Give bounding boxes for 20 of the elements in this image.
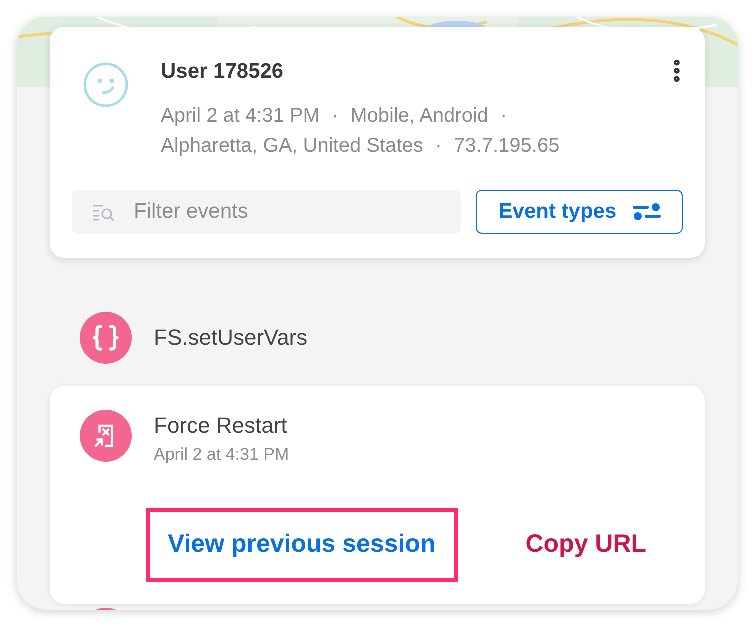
event-title: Force Restart — [154, 413, 288, 439]
separator-dot: · — [332, 104, 339, 129]
filter-search-icon — [92, 202, 116, 222]
braces-icon — [80, 312, 132, 364]
smiley-icon — [83, 62, 129, 108]
event-title: FS.setUserVars — [154, 325, 308, 351]
separator-dot: · — [500, 104, 508, 129]
user-name: User 178526 — [161, 59, 284, 85]
event-time: April 2 at 4:31 PM — [154, 444, 290, 466]
copy-url-link[interactable]: Copy URL — [504, 508, 669, 582]
sliders-icon — [632, 203, 661, 221]
filter-field[interactable]: Filter events — [72, 190, 462, 234]
separator-dot: · — [435, 134, 442, 159]
session-detail: Mobile, Android — [350, 104, 489, 129]
phone-restart-icon — [80, 410, 132, 462]
event-types-button[interactable]: Event types — [476, 190, 683, 234]
session-detail: Alpharetta, GA, United States — [161, 134, 424, 159]
session-detail: 73.7.195.65 — [454, 134, 560, 159]
view-session-link[interactable]: View previous session — [146, 508, 458, 582]
session-detail: April 2 at 4:31 PM — [161, 104, 320, 129]
